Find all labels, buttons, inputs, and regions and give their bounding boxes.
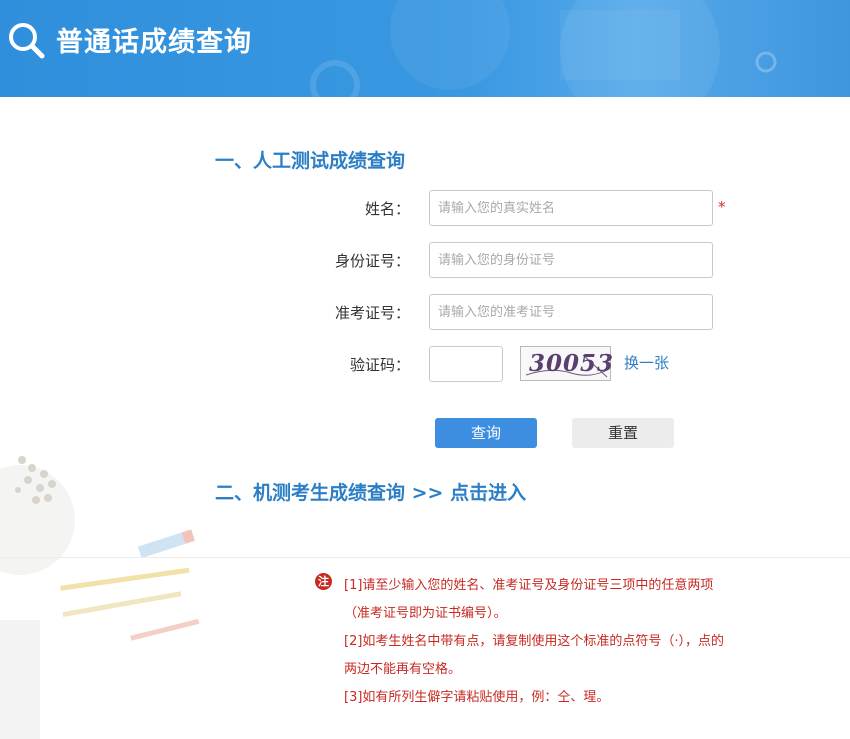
- captcha-text: 30053: [529, 350, 615, 377]
- page-header: 普通话成绩查询: [0, 0, 850, 97]
- refresh-captcha-link[interactable]: 换一张: [624, 352, 669, 373]
- note-line: （准考证号即为证书编号）。: [344, 606, 507, 621]
- note-line: [1]请至少输入您的姓名、准考证号及身份证号三项中的任意两项: [344, 578, 714, 593]
- query-button[interactable]: 查询: [435, 418, 537, 448]
- note-badge: 注: [315, 573, 332, 590]
- id-number-input[interactable]: [429, 242, 713, 278]
- captcha-label: 验证码：: [349, 356, 410, 374]
- exam-number-label: 准考证号：: [334, 304, 410, 322]
- reset-button[interactable]: 重置: [572, 418, 674, 448]
- captcha-input[interactable]: [429, 346, 503, 382]
- captcha-image[interactable]: 30053: [520, 346, 615, 381]
- note-line: 两边不能再有空格。: [344, 662, 462, 677]
- exam-number-input[interactable]: [429, 294, 713, 330]
- name-label: 姓名：: [364, 200, 410, 218]
- search-icon: [9, 23, 45, 59]
- required-marker: *: [718, 198, 726, 216]
- note-line: [3]如有所列生僻字请粘贴使用，例：仝、瑆。: [344, 690, 610, 705]
- name-input[interactable]: [429, 190, 713, 226]
- id-number-label: 身份证号：: [334, 252, 410, 270]
- page-title: 普通话成绩查询: [56, 27, 252, 58]
- machine-test-entry-link[interactable]: 二、机测考生成绩查询 >> 点击进入: [215, 478, 526, 505]
- section-title-manual-test: 一、人工测试成绩查询: [215, 150, 406, 172]
- divider: [0, 557, 850, 558]
- note-line: [2]如考生姓名中带有点，请复制使用这个标准的点符号（·），点的: [344, 634, 725, 649]
